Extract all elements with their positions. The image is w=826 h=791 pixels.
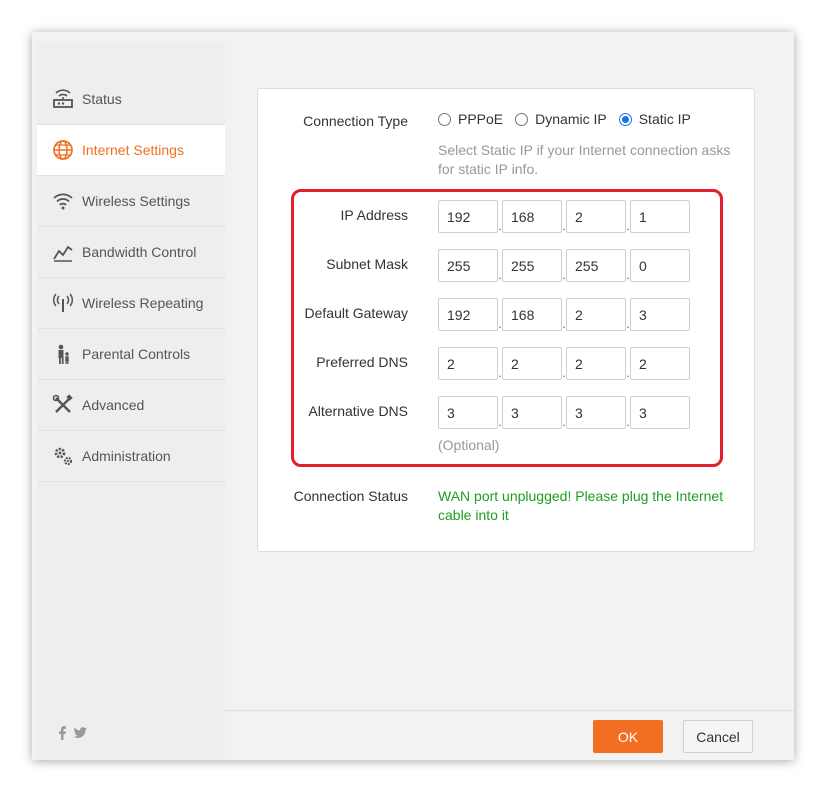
bandwidth-icon bbox=[51, 240, 75, 264]
router-icon bbox=[51, 87, 75, 111]
sidebar-item-wireless-repeating[interactable]: Wireless Repeating bbox=[37, 278, 225, 329]
subnet-mask-octet-4[interactable] bbox=[630, 249, 690, 282]
preferred-dns-octet-1[interactable] bbox=[438, 347, 498, 380]
family-icon bbox=[51, 342, 75, 366]
alternative-dns-octet-4[interactable] bbox=[630, 396, 690, 429]
radio-dynamic-ip[interactable]: Dynamic IP bbox=[515, 111, 607, 127]
sidebar: Status Internet Settings Wireless Settin… bbox=[37, 42, 225, 760]
alternative-dns-label: Alternative DNS bbox=[308, 403, 408, 419]
radio-label: Dynamic IP bbox=[535, 111, 607, 127]
subnet-mask-label: Subnet Mask bbox=[326, 256, 408, 272]
radio-label: Static IP bbox=[638, 111, 691, 127]
preferred-dns-octet-3[interactable] bbox=[566, 347, 626, 380]
twitter-icon[interactable] bbox=[73, 726, 87, 745]
sidebar-item-label: Wireless Settings bbox=[82, 193, 191, 209]
main-content: Connection Type PPPoE Dynamic IP Static … bbox=[225, 42, 794, 760]
sidebar-item-label: Status bbox=[82, 91, 122, 107]
globe-icon bbox=[51, 138, 75, 162]
radio-pppoe[interactable]: PPPoE bbox=[438, 111, 503, 127]
internet-settings-panel: Connection Type PPPoE Dynamic IP Static … bbox=[257, 88, 755, 552]
subnet-mask-octet-2[interactable] bbox=[502, 249, 562, 282]
default-gateway-label: Default Gateway bbox=[304, 305, 409, 321]
preferred-dns-octet-4[interactable] bbox=[630, 347, 690, 380]
social-links bbox=[57, 726, 87, 745]
ok-button[interactable]: OK bbox=[593, 720, 663, 753]
default-gateway-octet-1[interactable] bbox=[438, 298, 498, 331]
preferred-dns-inputs: . . . bbox=[438, 347, 690, 380]
gears-icon bbox=[51, 444, 75, 468]
sidebar-item-status[interactable]: Status bbox=[37, 74, 225, 125]
radio-indicator-checked bbox=[618, 112, 632, 126]
ip-address-octet-3[interactable] bbox=[566, 200, 626, 233]
cancel-button[interactable]: Cancel bbox=[683, 720, 753, 753]
sidebar-item-label: Wireless Repeating bbox=[82, 295, 204, 311]
ip-address-octet-1[interactable] bbox=[438, 200, 498, 233]
sidebar-item-label: Internet Settings bbox=[82, 142, 184, 158]
radio-indicator bbox=[515, 112, 529, 126]
radio-static-ip[interactable]: Static IP bbox=[618, 111, 691, 127]
radio-indicator bbox=[438, 112, 451, 126]
sidebar-item-label: Administration bbox=[82, 448, 171, 464]
alternative-dns-octet-1[interactable] bbox=[438, 396, 498, 429]
sidebar-item-internet-settings[interactable]: Internet Settings bbox=[37, 125, 225, 176]
subnet-mask-octet-3[interactable] bbox=[566, 249, 626, 282]
alternative-dns-octet-3[interactable] bbox=[566, 396, 626, 429]
sidebar-item-label: Parental Controls bbox=[82, 346, 191, 362]
alternative-dns-octet-2[interactable] bbox=[502, 396, 562, 429]
subnet-mask-octet-1[interactable] bbox=[438, 249, 498, 282]
sidebar-item-administration[interactable]: Administration bbox=[37, 431, 225, 482]
connection-status-text: WAN port unplugged! Please plug the Inte… bbox=[438, 488, 724, 523]
ip-address-inputs: . . . bbox=[438, 200, 690, 233]
sidebar-item-advanced[interactable]: Advanced bbox=[37, 380, 225, 431]
preferred-dns-octet-2[interactable] bbox=[502, 347, 562, 380]
default-gateway-octet-2[interactable] bbox=[502, 298, 562, 331]
default-gateway-octet-3[interactable] bbox=[566, 298, 626, 331]
sidebar-item-label: Advanced bbox=[82, 397, 145, 413]
subnet-mask-inputs: . . . bbox=[438, 249, 690, 282]
connection-type-radio-group: PPPoE Dynamic IP Static IP bbox=[438, 111, 703, 127]
ip-address-octet-2[interactable] bbox=[502, 200, 562, 233]
router-window: Status Internet Settings Wireless Settin… bbox=[32, 32, 794, 760]
alternative-dns-inputs: . . . bbox=[438, 396, 690, 429]
optional-note: (Optional) bbox=[438, 437, 500, 453]
default-gateway-inputs: . . . bbox=[438, 298, 690, 331]
tools-icon bbox=[51, 393, 75, 417]
repeater-icon bbox=[51, 291, 75, 315]
sidebar-item-wireless-settings[interactable]: Wireless Settings bbox=[37, 176, 225, 227]
static-ip-hint: Select Static IP if your Internet connec… bbox=[438, 142, 731, 177]
connection-status-label: Connection Status bbox=[293, 488, 408, 504]
facebook-icon[interactable] bbox=[57, 726, 67, 745]
radio-label: PPPoE bbox=[458, 111, 504, 127]
preferred-dns-label: Preferred DNS bbox=[316, 354, 408, 370]
sidebar-item-parental-controls[interactable]: Parental Controls bbox=[37, 329, 225, 380]
ip-address-label: IP Address bbox=[340, 207, 408, 223]
connection-type-label: Connection Type bbox=[303, 113, 408, 129]
sidebar-item-label: Bandwidth Control bbox=[82, 244, 197, 260]
wifi-icon bbox=[51, 189, 75, 213]
default-gateway-octet-4[interactable] bbox=[630, 298, 690, 331]
sidebar-item-bandwidth-control[interactable]: Bandwidth Control bbox=[37, 227, 225, 278]
ip-address-octet-4[interactable] bbox=[630, 200, 690, 233]
